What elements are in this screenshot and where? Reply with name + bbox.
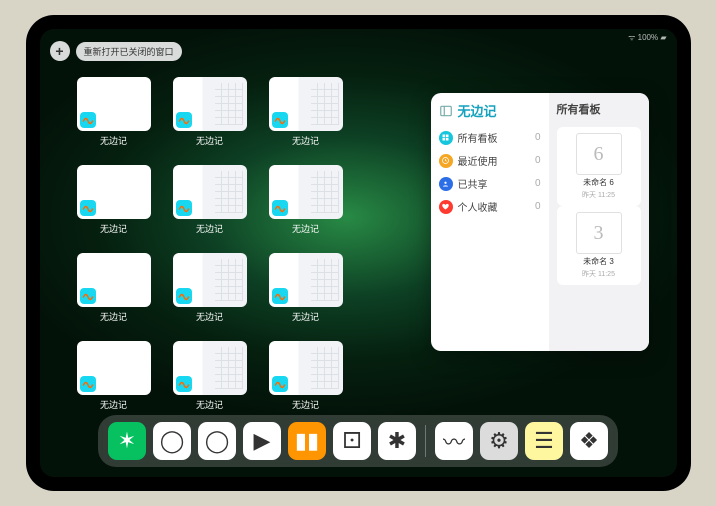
sidebar-item-label: 所有看板 bbox=[458, 130, 498, 145]
grid-icon bbox=[439, 131, 453, 145]
window-thumbnail[interactable]: 无边记 bbox=[76, 253, 152, 335]
dock-app-wechat[interactable]: ✶ bbox=[108, 422, 146, 460]
window-label: 无边记 bbox=[292, 310, 319, 323]
dock-app-node[interactable]: ✱ bbox=[378, 422, 416, 460]
window-preview bbox=[173, 165, 247, 219]
window-thumbnail[interactable]: 无边记 bbox=[76, 341, 152, 423]
window-label: 无边记 bbox=[100, 398, 127, 411]
sidebar-item-label: 个人收藏 bbox=[458, 199, 498, 214]
sidebar-item-share[interactable]: 已共享 0 bbox=[439, 172, 541, 195]
window-label: 无边记 bbox=[196, 310, 223, 323]
board-name: 未命名 6 bbox=[583, 177, 614, 188]
window-label: 无边记 bbox=[196, 398, 223, 411]
freeform-app-icon bbox=[272, 288, 288, 304]
sidebar-item-label: 最近使用 bbox=[458, 153, 498, 168]
sidebar-item-label: 已共享 bbox=[458, 176, 488, 191]
window-preview bbox=[269, 253, 343, 307]
window-preview bbox=[173, 341, 247, 395]
window-thumbnail[interactable]: 无边记 bbox=[268, 341, 344, 423]
board-preview: 6 bbox=[576, 133, 622, 175]
dock-separator bbox=[425, 425, 426, 457]
dock-app-notes[interactable]: ☰ bbox=[525, 422, 563, 460]
window-preview bbox=[77, 341, 151, 395]
sidebar-item-grid[interactable]: 所有看板 0 bbox=[439, 126, 541, 149]
window-label: 无边记 bbox=[196, 222, 223, 235]
dock: ✶◯◯▶▮▮⚀✱ 〰⚙☰❖ bbox=[98, 415, 618, 467]
board-preview: 3 bbox=[576, 212, 622, 254]
sidebar-item-count: 0 bbox=[535, 155, 541, 166]
panel-title: 无边记 bbox=[458, 101, 497, 120]
freeform-app-icon bbox=[272, 112, 288, 128]
freeform-app-icon bbox=[176, 200, 192, 216]
share-icon bbox=[439, 177, 453, 191]
window-preview bbox=[269, 165, 343, 219]
window-label: 无边记 bbox=[292, 222, 319, 235]
window-label: 无边记 bbox=[196, 134, 223, 147]
freeform-app-icon bbox=[80, 200, 96, 216]
freeform-app-icon bbox=[272, 200, 288, 216]
new-window-button[interactable]: + bbox=[50, 41, 70, 61]
freeform-app-icon bbox=[176, 288, 192, 304]
board-name: 未命名 3 bbox=[583, 256, 614, 267]
board-card[interactable]: 6 未命名 6 昨天 11:25 bbox=[557, 127, 641, 206]
window-preview bbox=[269, 341, 343, 395]
window-thumbnail[interactable]: 无边记 bbox=[76, 77, 152, 159]
dock-app-freeform[interactable]: 〰 bbox=[435, 422, 473, 460]
board-subtitle: 昨天 11:25 bbox=[582, 269, 615, 279]
panel-sidebar: 无边记 所有看板 0 最近使用 0 已共享 0 个人收藏 0 bbox=[431, 93, 549, 351]
dock-app-settings[interactable]: ⚙ bbox=[480, 422, 518, 460]
sidebar-item-count: 0 bbox=[535, 201, 541, 212]
sidebar-item-count: 0 bbox=[535, 178, 541, 189]
panel-content: 所有看板 6 未命名 6 昨天 11:25 3 未命名 3 昨天 11:25 bbox=[549, 93, 649, 351]
dock-app-quark2[interactable]: ◯ bbox=[198, 422, 236, 460]
heart-icon bbox=[439, 200, 453, 214]
window-label: 无边记 bbox=[100, 134, 127, 147]
board-subtitle: 昨天 11:25 bbox=[582, 190, 615, 200]
window-label: 无边记 bbox=[292, 398, 319, 411]
window-thumbnail[interactable]: 无边记 bbox=[268, 165, 344, 247]
window-thumbnail[interactable]: 无边记 bbox=[268, 253, 344, 335]
window-preview bbox=[77, 253, 151, 307]
window-preview bbox=[269, 77, 343, 131]
board-card[interactable]: 3 未命名 3 昨天 11:25 bbox=[557, 206, 641, 285]
ipad-frame: ᯤ 100% ▰ + 重新打开已关闭的窗口 无边记无边记无边记无边记无边记无边记… bbox=[26, 15, 691, 491]
status-bar: ᯤ 100% ▰ bbox=[628, 32, 666, 43]
sidebar-item-clock[interactable]: 最近使用 0 bbox=[439, 149, 541, 172]
window-preview bbox=[77, 165, 151, 219]
top-bar: + 重新打开已关闭的窗口 bbox=[50, 41, 182, 61]
window-thumbnail[interactable]: 无边记 bbox=[172, 341, 248, 423]
dock-app-folder[interactable]: ❖ bbox=[570, 422, 608, 460]
dock-app-dice[interactable]: ⚀ bbox=[333, 422, 371, 460]
freeform-app-icon bbox=[80, 376, 96, 392]
dock-app-quark1[interactable]: ◯ bbox=[153, 422, 191, 460]
window-thumbnail[interactable]: 无边记 bbox=[172, 253, 248, 335]
dock-app-play[interactable]: ▶ bbox=[243, 422, 281, 460]
expose-grid: 无边记无边记无边记无边记无边记无边记无边记无边记无边记无边记无边记无边记 bbox=[76, 77, 440, 423]
freeform-panel[interactable]: … 无边记 所有看板0最近使用0已共享0个人收藏0 所有看板 6未命名 6昨天 … bbox=[431, 93, 649, 351]
ipad-screen: ᯤ 100% ▰ + 重新打开已关闭的窗口 无边记无边记无边记无边记无边记无边记… bbox=[40, 29, 677, 477]
freeform-app-icon bbox=[176, 112, 192, 128]
window-thumbnail[interactable]: 无边记 bbox=[172, 165, 248, 247]
freeform-app-icon bbox=[272, 376, 288, 392]
sidebar-item-count: 0 bbox=[535, 132, 541, 143]
reopen-closed-window-button[interactable]: 重新打开已关闭的窗口 bbox=[76, 42, 182, 61]
freeform-app-icon bbox=[80, 288, 96, 304]
window-label: 无边记 bbox=[100, 310, 127, 323]
window-thumbnail[interactable]: 无边记 bbox=[76, 165, 152, 247]
panel-right-title: 所有看板 bbox=[557, 101, 641, 117]
clock-icon bbox=[439, 154, 453, 168]
dock-app-books[interactable]: ▮▮ bbox=[288, 422, 326, 460]
window-preview bbox=[77, 77, 151, 131]
freeform-app-icon bbox=[80, 112, 96, 128]
sidebar-icon bbox=[439, 104, 453, 118]
window-thumbnail[interactable]: 无边记 bbox=[172, 77, 248, 159]
freeform-app-icon bbox=[176, 376, 192, 392]
window-thumbnail[interactable]: 无边记 bbox=[268, 77, 344, 159]
window-preview bbox=[173, 253, 247, 307]
window-label: 无边记 bbox=[292, 134, 319, 147]
sidebar-item-heart[interactable]: 个人收藏 0 bbox=[439, 195, 541, 218]
window-preview bbox=[173, 77, 247, 131]
window-label: 无边记 bbox=[100, 222, 127, 235]
